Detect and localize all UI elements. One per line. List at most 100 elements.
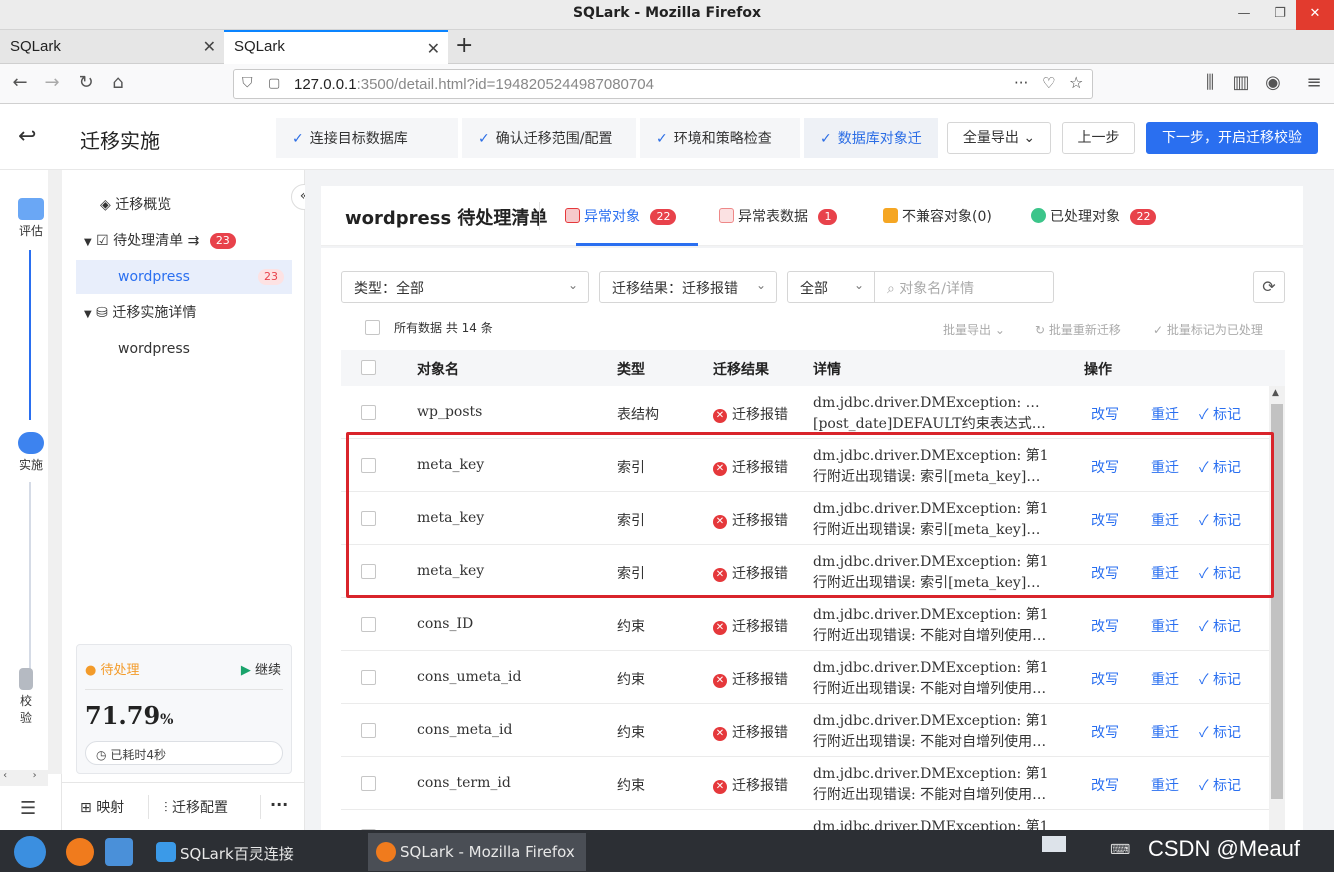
rewrite-button[interactable]: 改写 — [1091, 775, 1119, 795]
step-env-check[interactable]: ✓ 环境和策略检查 — [640, 118, 800, 158]
mark-button[interactable]: ✓ 标记 — [1199, 669, 1241, 689]
tab-error-table-data[interactable]: 异常表数据 1 — [719, 206, 838, 226]
rail-item-assess[interactable]: 评估 — [14, 198, 48, 239]
mark-button[interactable]: ✓ 标记 — [1199, 775, 1241, 795]
step-connect-target[interactable]: ✓ 连接目标数据库 — [276, 118, 458, 158]
tab-incompatible[interactable]: 不兼容对象(0) — [883, 206, 992, 226]
url-bar[interactable]: ⛉ ▢ 127.0.0.1:3500/detail.html?id=194820… — [233, 69, 1093, 99]
result-filter-select[interactable]: 迁移结果：迁移报错 ⌄ — [599, 271, 777, 303]
sidebar-item-pending[interactable]: ▼ ☑ 待处理清单 ⇉ 23 — [84, 224, 236, 258]
row-checkbox[interactable] — [361, 617, 376, 632]
sidebar-item-pending-wordpress[interactable]: wordpress 23 — [76, 260, 292, 294]
select-all-checkbox[interactable] — [365, 320, 380, 335]
bulk-mark-button[interactable]: ✓ 批量标记为已处理 — [1153, 321, 1263, 338]
search-input[interactable]: ⌕ 对象名/详情 — [874, 271, 1054, 303]
tab-close-icon[interactable]: ✕ — [427, 39, 440, 59]
sidebar-item-detail[interactable]: ▼ ⛁ 迁移实施详情 — [84, 296, 196, 330]
bulk-remigrate-button[interactable]: ↻ 批量重新迁移 — [1035, 321, 1121, 338]
home-icon[interactable]: ⌂ — [106, 72, 130, 93]
step-object-migration[interactable]: ✓ 数据库对象迁 — [804, 118, 938, 158]
bulk-export-button[interactable]: 批量导出 ⌄ — [943, 321, 1005, 338]
minimize-icon[interactable]: — — [1226, 0, 1262, 30]
rewrite-button[interactable]: 改写 — [1091, 563, 1119, 583]
pocket-icon[interactable]: ♡ — [1042, 74, 1055, 92]
scroll-thumb[interactable] — [1271, 404, 1283, 799]
scope-filter-select[interactable]: 全部 ⌄ — [787, 271, 875, 303]
row-checkbox[interactable] — [361, 564, 376, 579]
browser-tab-1[interactable]: SQLark ✕ — [0, 30, 224, 64]
step-confirm-scope[interactable]: ✓ 确认迁移范围/配置 — [462, 118, 636, 158]
sidebar-item-detail-wordpress[interactable]: wordpress — [118, 332, 190, 366]
refresh-icon[interactable]: ⟳ — [1253, 271, 1285, 303]
more-actions-icon[interactable]: ··· — [1014, 74, 1028, 92]
new-tab-icon[interactable]: + — [455, 33, 473, 58]
rewrite-button[interactable]: 改写 — [1091, 457, 1119, 477]
header-checkbox[interactable] — [361, 360, 376, 375]
rewrite-button[interactable]: 改写 — [1091, 404, 1119, 424]
mark-button[interactable]: ✓ 标记 — [1199, 510, 1241, 530]
retry-button[interactable]: 重迁 — [1151, 457, 1179, 477]
sidebar-icon[interactable]: ▥ — [1229, 72, 1253, 93]
migration-config-button[interactable]: ⫶ 迁移配置 — [164, 797, 228, 817]
mark-button[interactable]: ✓ 标记 — [1199, 616, 1241, 636]
taskbar-item-firefox[interactable]: SQLark - Mozilla Firefox — [368, 833, 586, 871]
tab-processed[interactable]: 已处理对象 22 — [1031, 206, 1157, 226]
bookmark-star-icon[interactable]: ☆ — [1069, 73, 1083, 92]
mark-button[interactable]: ✓ 标记 — [1199, 457, 1241, 477]
file-manager-icon[interactable] — [105, 838, 133, 866]
account-icon[interactable]: ◉ — [1261, 72, 1285, 93]
rail-item-implement[interactable]: 实施 — [14, 432, 48, 473]
forward-arrow-icon[interactable]: → — [40, 72, 64, 93]
rewrite-button[interactable]: 改写 — [1091, 510, 1119, 530]
rail-item-verify[interactable]: 校验 — [16, 668, 36, 726]
library-icon[interactable]: ⫼ — [1198, 72, 1222, 93]
retry-button[interactable]: 重迁 — [1151, 669, 1179, 689]
row-checkbox[interactable] — [361, 511, 376, 526]
back-icon[interactable]: ↩ — [18, 124, 36, 149]
row-checkbox[interactable] — [361, 723, 376, 738]
start-menu-icon[interactable] — [14, 836, 46, 868]
mark-button[interactable]: ✓ 标记 — [1199, 404, 1241, 424]
row-checkbox[interactable] — [361, 670, 376, 685]
mark-button[interactable]: ✓ 标记 — [1199, 722, 1241, 742]
back-arrow-icon[interactable]: ← — [8, 72, 32, 93]
tab-close-icon[interactable]: ✕ — [203, 37, 216, 57]
retry-button[interactable]: 重迁 — [1151, 510, 1179, 530]
taskbar-item-sqlark[interactable]: SQLark百灵连接 — [148, 833, 366, 871]
rewrite-button[interactable]: 改写 — [1091, 722, 1119, 742]
table-scrollbar[interactable]: ▲ — [1269, 386, 1285, 830]
reload-icon[interactable]: ↻ — [74, 72, 98, 93]
row-checkbox[interactable] — [361, 405, 376, 420]
export-all-button[interactable]: 全量导出 ⌄ — [947, 122, 1051, 154]
row-checkbox[interactable] — [361, 458, 376, 473]
retry-button[interactable]: 重迁 — [1151, 722, 1179, 742]
rail-menu-icon[interactable]: ☰ — [20, 798, 36, 819]
next-step-button[interactable]: 下一步，开启迁移校验 — [1146, 122, 1318, 154]
prev-step-button[interactable]: 上一步 — [1062, 122, 1135, 154]
row-checkbox[interactable] — [361, 776, 376, 791]
retry-button[interactable]: 重迁 — [1151, 404, 1179, 424]
page-info-icon[interactable]: ▢ — [268, 76, 280, 91]
retry-button[interactable]: 重迁 — [1151, 563, 1179, 583]
workspace-icon[interactable] — [1042, 836, 1066, 852]
firefox-icon[interactable] — [66, 838, 94, 866]
object-name: meta_key — [417, 563, 485, 579]
close-window-icon[interactable]: ✕ — [1296, 0, 1334, 30]
rewrite-button[interactable]: 改写 — [1091, 669, 1119, 689]
continue-button[interactable]: ▶ 继续 — [241, 659, 281, 678]
rail-scrollbar[interactable] — [48, 170, 62, 774]
rail-hscroll[interactable]: ‹ › — [0, 770, 48, 786]
maximize-icon[interactable]: ❐ — [1262, 0, 1298, 30]
tab-error-objects[interactable]: 异常对象 22 — [565, 206, 677, 226]
retry-button[interactable]: 重迁 — [1151, 616, 1179, 636]
rewrite-button[interactable]: 改写 — [1091, 616, 1119, 636]
more-icon[interactable]: ··· — [270, 795, 288, 814]
sidebar-item-overview[interactable]: ◈ 迁移概览 — [100, 188, 171, 222]
mapping-button[interactable]: ⊞ 映射 — [80, 797, 124, 817]
browser-tab-2[interactable]: SQLark ✕ — [224, 30, 448, 64]
keyboard-icon[interactable]: ⌨ — [1110, 842, 1130, 858]
mark-button[interactable]: ✓ 标记 — [1199, 563, 1241, 583]
menu-icon[interactable]: ≡ — [1302, 72, 1326, 93]
type-filter-select[interactable]: 类型：全部 ⌄ — [341, 271, 589, 303]
retry-button[interactable]: 重迁 — [1151, 775, 1179, 795]
